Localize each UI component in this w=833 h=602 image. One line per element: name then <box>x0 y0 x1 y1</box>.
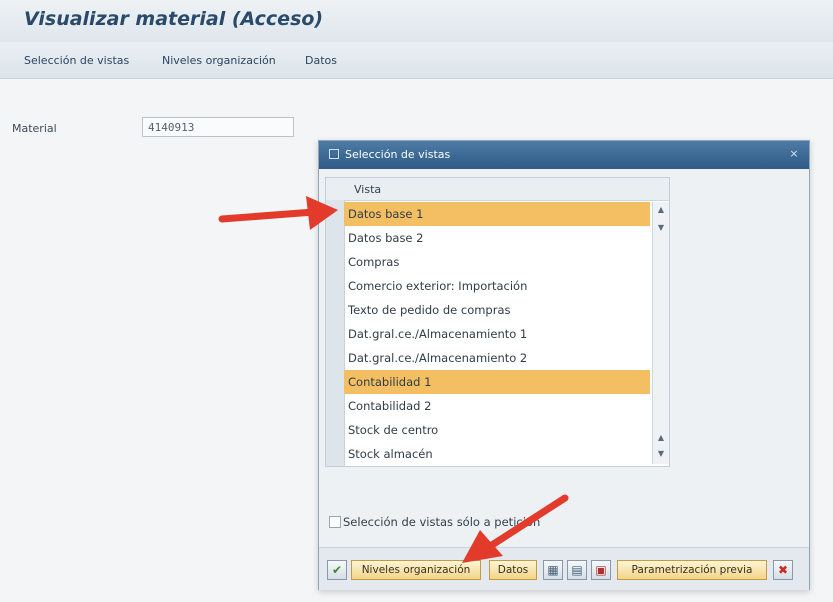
table-row[interactable]: Contabilidad 1 <box>344 370 650 394</box>
material-input[interactable]: 4140913 <box>142 117 294 137</box>
table-row[interactable]: Stock de centro <box>344 418 650 442</box>
confirm-check-icon[interactable]: ✔ <box>327 560 347 580</box>
dialog-title-bar[interactable]: Selección de vistas × <box>319 141 809 169</box>
table-row[interactable]: Datos base 2 <box>344 226 650 250</box>
table-header: Vista <box>326 178 669 201</box>
dialog-footer: ✔ Niveles organización Datos ▦ ▤ ▣ Param… <box>319 547 809 590</box>
dialog-title: Selección de vistas <box>345 148 451 161</box>
only-on-request-label: Selección de vistas sólo a petición <box>343 515 541 529</box>
window-icon <box>329 149 339 159</box>
cancel-icon[interactable]: ✖ <box>773 560 793 580</box>
menu-item-seleccion-vistas[interactable]: Selección de vistas <box>24 54 129 67</box>
table-row[interactable]: Texto de pedido de compras <box>344 298 650 322</box>
menu-bar: Selección de vistas Niveles organización… <box>0 42 833 79</box>
scrollbar[interactable]: ▲ ▼ ▲ ▼ <box>652 202 669 464</box>
material-label: Material <box>12 122 57 135</box>
row-selector-column[interactable] <box>326 200 345 466</box>
scroll-down-icon[interactable]: ▼ <box>655 222 667 233</box>
title-bar: Visualizar material (Acceso) <box>0 0 833 42</box>
org-levels-button[interactable]: Niveles organización <box>351 560 481 580</box>
table-row[interactable]: Dat.gral.ce./Almacenamiento 1 <box>344 322 650 346</box>
table-row[interactable]: Dat.gral.ce./Almacenamiento 2 <box>344 346 650 370</box>
close-icon[interactable]: × <box>787 147 801 161</box>
data-button[interactable]: Datos <box>489 560 537 580</box>
preview-settings-button[interactable]: Parametrización previa <box>617 560 767 580</box>
save-icon[interactable]: ▣ <box>591 560 611 580</box>
table-row[interactable]: Contabilidad 2 <box>344 394 650 418</box>
views-table: Vista Datos base 1 Datos base 2 Compras Com… <box>325 177 670 467</box>
window-title: Visualizar material (Acceso) <box>24 8 324 30</box>
select-all-icon[interactable]: ▦ <box>543 560 563 580</box>
scroll-down-icon[interactable]: ▼ <box>655 448 667 459</box>
scroll-up-icon[interactable]: ▲ <box>655 432 667 443</box>
column-header-vista: Vista <box>354 183 382 196</box>
table-row[interactable]: Datos base 1 <box>344 202 650 226</box>
scroll-up-icon[interactable]: ▲ <box>655 204 667 215</box>
deselect-all-icon[interactable]: ▤ <box>567 560 587 580</box>
menu-item-niveles-organizacion[interactable]: Niveles organización <box>162 54 276 67</box>
table-row[interactable]: Compras <box>344 250 650 274</box>
only-on-request-checkbox[interactable] <box>329 516 341 528</box>
table-row[interactable]: Comercio exterior: Importación <box>344 274 650 298</box>
selection-dialog: Selección de vistas × Vista Datos base 1… <box>318 140 810 590</box>
menu-item-datos[interactable]: Datos <box>305 54 337 67</box>
table-row[interactable]: Stock almacén <box>344 442 650 466</box>
